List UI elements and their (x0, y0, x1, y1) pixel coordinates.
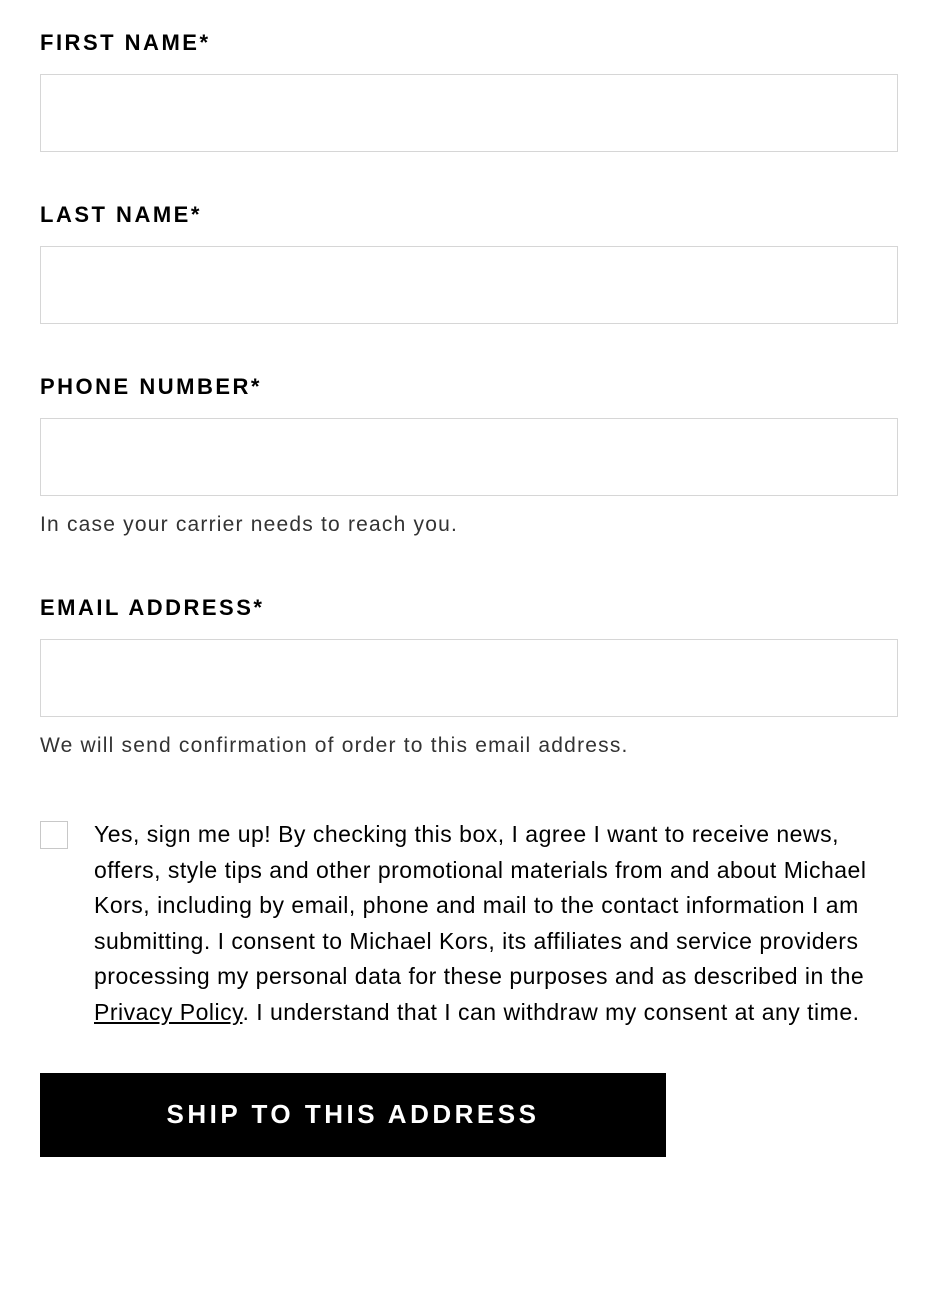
consent-text-post: . I understand that I can withdraw my co… (242, 999, 859, 1025)
field-phone: PHONE NUMBER* In case your carrier needs… (40, 374, 898, 540)
first-name-label: FIRST NAME* (40, 30, 898, 56)
consent-text-pre: Yes, sign me up! By checking this box, I… (94, 821, 866, 990)
email-input[interactable] (40, 639, 898, 717)
field-first-name: FIRST NAME* (40, 30, 898, 152)
privacy-policy-link[interactable]: Privacy Policy (94, 999, 242, 1025)
field-email: EMAIL ADDRESS* We will send confirmation… (40, 595, 898, 761)
phone-label: PHONE NUMBER* (40, 374, 898, 400)
phone-input[interactable] (40, 418, 898, 496)
last-name-input[interactable] (40, 246, 898, 324)
field-last-name: LAST NAME* (40, 202, 898, 324)
marketing-consent-text: Yes, sign me up! By checking this box, I… (94, 817, 898, 1031)
email-label: EMAIL ADDRESS* (40, 595, 898, 621)
last-name-label: LAST NAME* (40, 202, 898, 228)
first-name-input[interactable] (40, 74, 898, 152)
shipping-contact-form: FIRST NAME* LAST NAME* PHONE NUMBER* In … (40, 30, 898, 1157)
marketing-consent-checkbox[interactable] (40, 821, 68, 849)
phone-help-text: In case your carrier needs to reach you. (40, 510, 898, 540)
marketing-consent-row: Yes, sign me up! By checking this box, I… (40, 817, 898, 1031)
email-help-text: We will send confirmation of order to th… (40, 731, 898, 761)
ship-to-address-button[interactable]: SHIP TO THIS ADDRESS (40, 1073, 666, 1157)
